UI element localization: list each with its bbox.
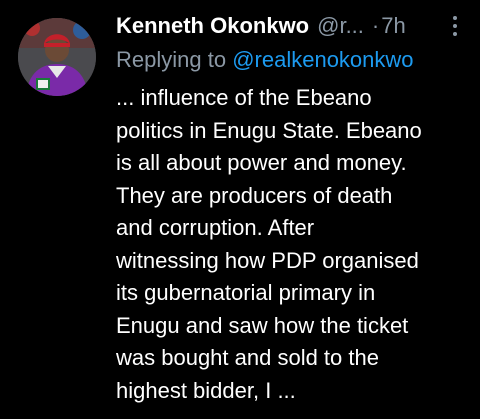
tweet-time[interactable]: 7h xyxy=(381,8,405,44)
reply-to-user-link[interactable]: @realkenokonkwo xyxy=(232,47,413,72)
tweet-text-line: its gubernatorial primary in xyxy=(116,280,376,305)
replying-to: Replying to @realkenokonkwo xyxy=(116,42,414,78)
tweet-text-line: is all about power and money. xyxy=(116,150,407,175)
tweet-text-line: ... influence of the Ebeano xyxy=(116,85,372,110)
tweet[interactable]: Kenneth Okonkwo @r... · 7h Replying to @… xyxy=(0,0,480,419)
tweet-text-line: highest bidder, I ... xyxy=(116,377,296,403)
author-name[interactable]: Kenneth Okonkwo xyxy=(116,8,309,44)
tweet-header: Kenneth Okonkwo @r... · 7h xyxy=(116,8,466,44)
more-dot xyxy=(453,32,457,36)
more-dot xyxy=(453,16,457,20)
avatar[interactable] xyxy=(18,18,96,96)
tweet-text: ... influence of the Ebeano politics in … xyxy=(116,82,476,407)
tweet-text-line: and corruption. After xyxy=(116,215,315,240)
author-handle[interactable]: @r... xyxy=(317,8,364,44)
separator-dot: · xyxy=(371,13,380,38)
more-dot xyxy=(453,24,457,28)
tweet-text-line: witnessing how PDP organised xyxy=(116,247,419,273)
tweet-text-line: politics in Enugu State. Ebeano xyxy=(116,117,422,143)
tweet-text-line: Enugu and saw how the ticket xyxy=(116,312,409,338)
more-options-icon[interactable] xyxy=(443,12,467,40)
reply-prefix: Replying to xyxy=(116,47,227,72)
tweet-text-line: They are producers of death xyxy=(116,182,393,208)
avatar-image xyxy=(18,18,96,96)
tweet-text-line: was bought and sold to the xyxy=(116,345,379,370)
